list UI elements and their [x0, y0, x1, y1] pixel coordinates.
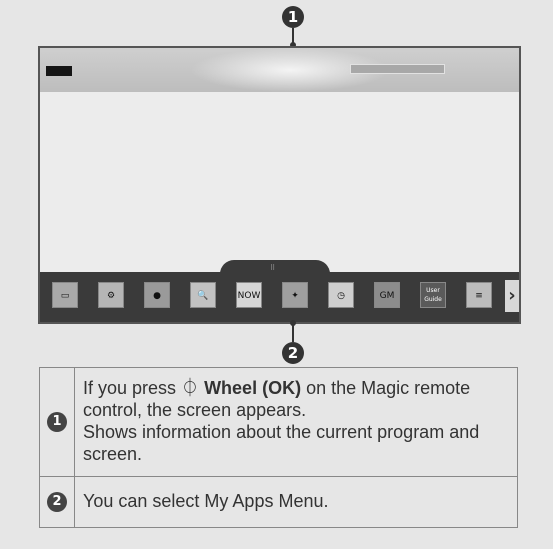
- wheel-button-icon: ⏀: [181, 378, 200, 398]
- app-icon-4[interactable]: NOW: [236, 282, 262, 308]
- description-text: You can select My Apps Menu.: [83, 491, 329, 511]
- callout-marker-1: 1: [282, 6, 304, 28]
- search-icon: 🔍: [197, 291, 209, 301]
- description-text-lead: If you press: [83, 378, 182, 398]
- description-table: 1 If you press ⏀ Wheel (OK) on the Magic…: [39, 367, 518, 528]
- app-icon-2[interactable]: ●: [144, 282, 170, 308]
- callout-line-2: [292, 324, 294, 342]
- media-player-icon: ▭: [60, 291, 70, 301]
- table-row: 2 You can select My Apps Menu.: [39, 476, 518, 528]
- app-icon-7[interactable]: GM: [374, 282, 400, 308]
- row-number-cell: 1: [39, 367, 75, 477]
- apps-bar-handle[interactable]: ⠿: [220, 260, 330, 274]
- program-info-bar[interactable]: [40, 48, 519, 92]
- wheel-ok-label: Wheel (OK): [204, 378, 302, 398]
- row-number-badge: 2: [47, 492, 67, 512]
- row-description-cell: You can select My Apps Menu.: [74, 476, 518, 528]
- app-icon-9[interactable]: ≡: [466, 282, 492, 308]
- grip-icon: ⠿: [270, 265, 276, 272]
- channel-badge: [46, 66, 72, 76]
- clock-icon: ◷: [337, 291, 345, 301]
- description-text-line2: Shows information about the current prog…: [83, 422, 480, 464]
- app-icon-5[interactable]: ✦: [282, 282, 308, 308]
- game-icon: GM: [379, 291, 395, 301]
- app-icon-1[interactable]: ⚙: [98, 282, 124, 308]
- internet-globe-icon: ●: [153, 291, 161, 301]
- table-row: 1 If you press ⏀ Wheel (OK) on the Magic…: [39, 367, 518, 477]
- my-apps-bar: ⠿ ▭ ⚙ ● 🔍 NOW ✦ ◷ GM User Guide ≡ ›: [40, 260, 519, 322]
- callout-marker-2: 2: [282, 342, 304, 364]
- program-progress-bar: [350, 64, 445, 74]
- app-icon-0[interactable]: ▭: [52, 282, 78, 308]
- app-icon-8[interactable]: User Guide: [420, 282, 446, 308]
- next-arrow-icon[interactable]: ›: [505, 280, 519, 312]
- row-description-cell: If you press ⏀ Wheel (OK) on the Magic r…: [74, 367, 518, 477]
- row-number-badge: 1: [47, 412, 67, 432]
- user-guide-icon: User Guide: [424, 287, 442, 303]
- app-icon-6[interactable]: ◷: [328, 282, 354, 308]
- channel-list-icon: ≡: [475, 291, 483, 301]
- app-icon-3[interactable]: 🔍: [190, 282, 216, 308]
- smart-share-icon: ✦: [291, 291, 299, 301]
- now-hot-icon: NOW: [237, 291, 261, 301]
- row-number-cell: 2: [39, 476, 75, 528]
- settings-gear-icon: ⚙: [106, 291, 116, 301]
- tv-screen: ⠿ ▭ ⚙ ● 🔍 NOW ✦ ◷ GM User Guide ≡ ›: [38, 46, 521, 324]
